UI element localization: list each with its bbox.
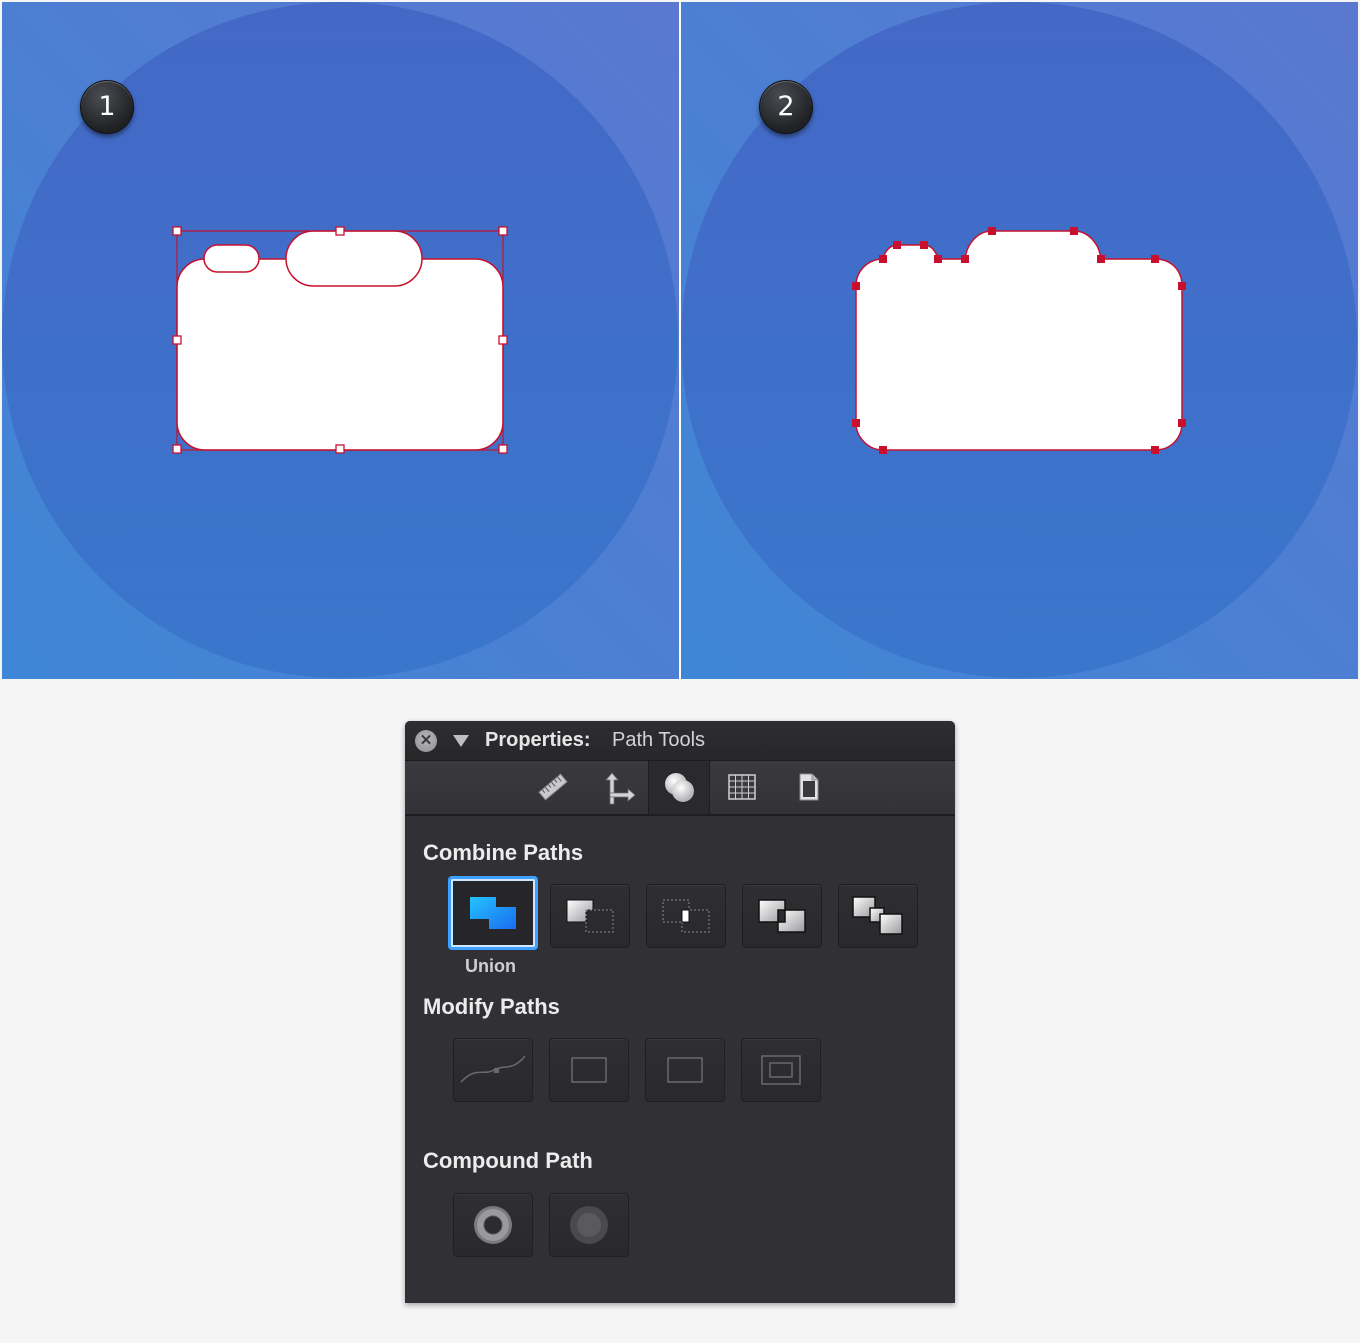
- small-pill-shape[interactable]: [203, 244, 260, 273]
- divide-button[interactable]: [838, 884, 918, 948]
- modify-paths-heading: Modify Paths: [423, 994, 560, 1019]
- square-outline-icon: [667, 1057, 703, 1083]
- release-compound-button[interactable]: [549, 1193, 629, 1257]
- path-combine-icon: [665, 773, 694, 802]
- union-icon: [470, 897, 516, 929]
- tab-grid[interactable]: [711, 761, 773, 814]
- tab-path-tools[interactable]: [648, 761, 710, 814]
- inset-rectangle-icon: [761, 1055, 801, 1085]
- make-compound-button[interactable]: [453, 1193, 533, 1257]
- tab-measure[interactable]: [522, 761, 584, 814]
- rectangle-path-button[interactable]: [549, 1038, 629, 1102]
- collapse-arrow-icon[interactable]: [453, 735, 469, 747]
- subtract-icon: [566, 899, 614, 933]
- tab-document[interactable]: [777, 761, 839, 814]
- rectangle-outline-icon: [571, 1057, 607, 1083]
- panel-title-label: Properties:: [485, 729, 591, 751]
- panel-title-value: Path Tools: [612, 729, 706, 751]
- intersect-icon: [662, 899, 710, 933]
- body-shape[interactable]: [176, 258, 504, 451]
- union-button[interactable]: [448, 876, 538, 950]
- canvas-step-1: 1: [2, 2, 679, 679]
- step-badge-1: 1: [80, 80, 134, 134]
- large-pill-shape[interactable]: [285, 230, 423, 287]
- smooth-curve-icon: [460, 1055, 526, 1083]
- document-icon: [799, 773, 819, 801]
- intersect-button[interactable]: [646, 884, 726, 948]
- smooth-path-button[interactable]: [453, 1038, 533, 1102]
- union-label: Union: [465, 956, 516, 976]
- inset-path-button[interactable]: [741, 1038, 821, 1102]
- properties-panel: ✕ Properties: Path Tools Combine Paths U…: [405, 721, 955, 1303]
- square-path-button[interactable]: [645, 1038, 725, 1102]
- move-arrows-icon: [605, 772, 636, 805]
- ruler-icon: [538, 773, 568, 801]
- divide-icon: [852, 896, 903, 935]
- tab-position[interactable]: [585, 761, 647, 814]
- combine-paths-heading: Combine Paths: [423, 840, 584, 865]
- compound-ring-icon: [474, 1206, 512, 1244]
- properties-tab-bar: [405, 761, 955, 816]
- step-badge-2: 2: [759, 80, 813, 134]
- exclude-button[interactable]: [742, 884, 822, 948]
- compound-path-heading: Compound Path: [423, 1148, 593, 1173]
- release-compound-icon: [570, 1206, 608, 1244]
- panel-titlebar: ✕ Properties: Path Tools: [405, 721, 955, 761]
- close-icon[interactable]: ✕: [415, 730, 437, 752]
- united-camera-shape[interactable]: [855, 230, 1183, 451]
- canvas-step-2: 2: [681, 2, 1358, 679]
- grid-icon: [728, 774, 756, 800]
- subtract-button[interactable]: [550, 884, 630, 948]
- exclude-icon: [758, 899, 806, 933]
